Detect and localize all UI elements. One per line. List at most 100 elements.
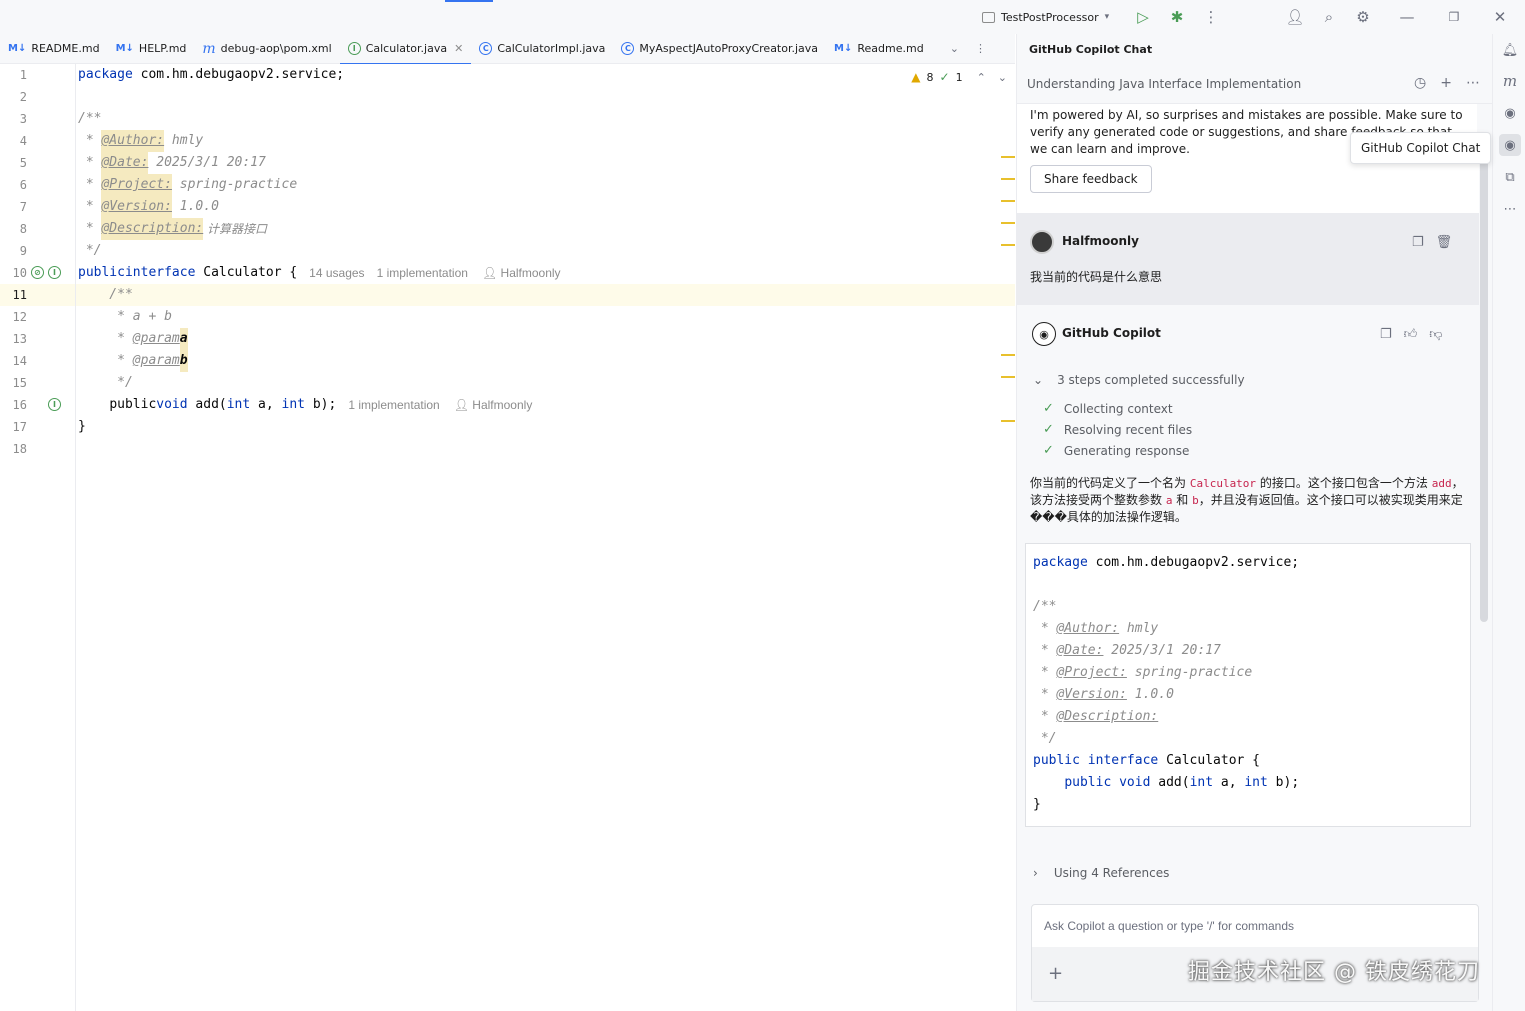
answer-text: 你当前的代码定义了一个名为 Calculator 的接口。这个接口包含一个方法 …	[1030, 476, 1464, 524]
chevron-down-icon[interactable]: ⌄	[998, 71, 1007, 84]
copy-icon[interactable]: ❐	[1412, 235, 1424, 250]
tab-readme-2[interactable]: M↓ Readme.md	[826, 34, 932, 64]
tab-help[interactable]: M↓ HELP.md	[108, 34, 195, 64]
implementation-hint[interactable]: 1 implementation	[348, 394, 439, 416]
line-number: 14	[12, 354, 27, 368]
close-tab-icon[interactable]: ✕	[454, 42, 463, 55]
new-chat-icon[interactable]: +	[1440, 75, 1452, 91]
tab-calculator-impl[interactable]: C CalCulatorImpl.java	[471, 34, 613, 64]
user-name: Halfmoonly	[1062, 234, 1139, 248]
author-hint[interactable]: 👤︎ Halfmoonly	[482, 262, 561, 284]
warning-marker[interactable]	[1001, 376, 1015, 378]
history-icon[interactable]: ◷	[1414, 75, 1426, 91]
line-number: 13	[12, 332, 27, 346]
minimize-icon[interactable]: —	[1397, 7, 1417, 27]
tab-proxy-creator[interactable]: C MyAspectJAutoProxyCreator.java	[613, 34, 826, 64]
line-number: 1	[19, 68, 27, 82]
warning-marker[interactable]	[1001, 178, 1015, 180]
tab-label: HELP.md	[138, 42, 187, 55]
tab-label: README.md	[31, 42, 100, 55]
add-context-icon[interactable]: +	[1048, 963, 1063, 984]
copilot-chat-icon[interactable]: ◉	[1499, 134, 1521, 156]
copilot-response: ◉ GitHub Copilot ❐ 👍︎ 👎︎ ⌄ 3 steps compl…	[1017, 305, 1479, 891]
inspection-widget[interactable]: ▲ 8 ✓ 1 ⌃ ⌄	[911, 70, 1007, 84]
copilot-chat-panel: GitHub Copilot Chat Understanding Java I…	[1016, 34, 1492, 1011]
database-icon[interactable]: ⧉	[1499, 166, 1521, 188]
code-line: * @Project: spring-practice	[78, 174, 297, 196]
check-icon: ✓	[1043, 401, 1054, 416]
settings-icon[interactable]: ⚙	[1353, 7, 1373, 27]
title-tab-indicator	[445, 0, 493, 2]
implemented-gutter-icon[interactable]: I	[48, 266, 61, 279]
maximize-icon[interactable]: ❐	[1444, 7, 1464, 27]
tab-pom[interactable]: m debug-aop\pom.xml	[194, 34, 339, 64]
add-user-icon[interactable]: 👤︎	[1285, 7, 1305, 27]
references-toggle[interactable]: › Using 4 References	[1033, 866, 1169, 880]
close-icon[interactable]: ✕	[1490, 7, 1510, 27]
copy-icon[interactable]: ❐	[1380, 327, 1392, 342]
line-number: 6	[19, 178, 27, 192]
chevron-up-icon[interactable]: ⌃	[977, 71, 986, 84]
step-item: ✓ Resolving recent files	[1043, 422, 1193, 437]
line-number: 12	[12, 310, 27, 324]
line-number: 5	[19, 156, 27, 170]
more-horizontal-icon[interactable]: ⋯	[1466, 75, 1480, 91]
delete-icon[interactable]: 🗑︎	[1436, 235, 1453, 250]
tab-list-dropdown[interactable]: ⌄	[932, 34, 967, 64]
line-number: 11	[12, 288, 27, 302]
maven-icon[interactable]: m	[1499, 70, 1521, 92]
line-number: 16	[12, 398, 27, 412]
step-item: ✓ Generating response	[1043, 443, 1190, 458]
thumbs-down-icon[interactable]: 👎︎	[1429, 327, 1442, 342]
usages-hint[interactable]: 14 usages	[309, 262, 364, 284]
thumbs-up-icon[interactable]: 👍︎	[1404, 327, 1418, 342]
chevron-right-icon: ›	[1033, 866, 1038, 880]
line-number: 3	[19, 112, 27, 126]
chevron-down-icon: ⌄	[1033, 373, 1044, 387]
search-icon[interactable]: ⌕	[1319, 7, 1339, 27]
code-snippet[interactable]: package com.hm.debugaopv2.service; /** *…	[1025, 543, 1471, 827]
warning-marker[interactable]	[1001, 420, 1015, 422]
title-bar: TestPostProcessor ▾ ▷ ✱ ⋮ 👤︎ ⌕ ⚙ — ❐ ✕	[0, 0, 1525, 34]
code-editor[interactable]: 1 2 3 4 5 6 7 8 9 10 11 12 13 14 15 16 1…	[0, 64, 1015, 1011]
user-message: Halfmoonly ❐ 🗑︎ 我当前的代码是什么意思	[1017, 213, 1479, 305]
code-line: /**	[78, 287, 133, 302]
more-vertical-icon[interactable]: ⋮	[1201, 7, 1221, 27]
debug-icon[interactable]: ✱	[1167, 7, 1187, 27]
tab-more-icon[interactable]: ⋮	[967, 34, 994, 64]
watermark: 掘金技术社区 @ 铁皮绣花刀	[1188, 960, 1480, 985]
steps-toggle[interactable]: ⌄ 3 steps completed successfully	[1033, 373, 1245, 387]
more-horizontal-icon[interactable]: ⋯	[1499, 198, 1521, 220]
copilot-icon[interactable]: ◉	[1499, 102, 1521, 124]
line-number: 17	[12, 420, 27, 434]
implementation-hint[interactable]: 1 implementation	[377, 262, 468, 284]
conversation-bar: Understanding Java Interface Implementat…	[1017, 64, 1492, 104]
copilot-logo-icon: ◉	[1032, 322, 1056, 346]
warning-marker[interactable]	[1001, 200, 1015, 202]
class-icon: C	[621, 42, 635, 55]
share-feedback-button[interactable]: Share feedback	[1030, 165, 1152, 193]
implemented-gutter-icon[interactable]: I	[48, 398, 61, 411]
tab-readme[interactable]: M↓ README.md	[0, 34, 108, 64]
notifications-icon[interactable]: 🔔︎	[1499, 39, 1521, 61]
markdown-icon: M↓	[8, 43, 27, 54]
line-number: 9	[19, 244, 27, 258]
author-hint[interactable]: 👤︎ Halfmoonly	[454, 394, 533, 416]
warning-marker[interactable]	[1001, 354, 1015, 356]
warning-marker[interactable]	[1001, 222, 1015, 224]
warning-marker[interactable]	[1001, 156, 1015, 158]
code-line: * @Description: 计算器接口	[78, 218, 267, 240]
warning-count: 8	[926, 70, 934, 84]
run-configuration-selector[interactable]: TestPostProcessor ▾	[982, 8, 1109, 26]
run-icon[interactable]: ▷	[1133, 7, 1153, 27]
tab-calculator[interactable]: I Calculator.java ✕	[339, 34, 472, 65]
tab-label: debug-aop\pom.xml	[220, 42, 332, 55]
line-number: 10	[12, 266, 27, 280]
chat-input[interactable]	[1044, 915, 1464, 937]
code-line: }	[78, 419, 86, 434]
warning-marker[interactable]	[1001, 244, 1015, 246]
chat-scrollbar[interactable]	[1480, 132, 1488, 622]
class-icon: C	[479, 42, 493, 55]
no-bean-icon[interactable]: ⊘	[31, 266, 44, 279]
tab-label: Calculator.java	[365, 42, 448, 55]
